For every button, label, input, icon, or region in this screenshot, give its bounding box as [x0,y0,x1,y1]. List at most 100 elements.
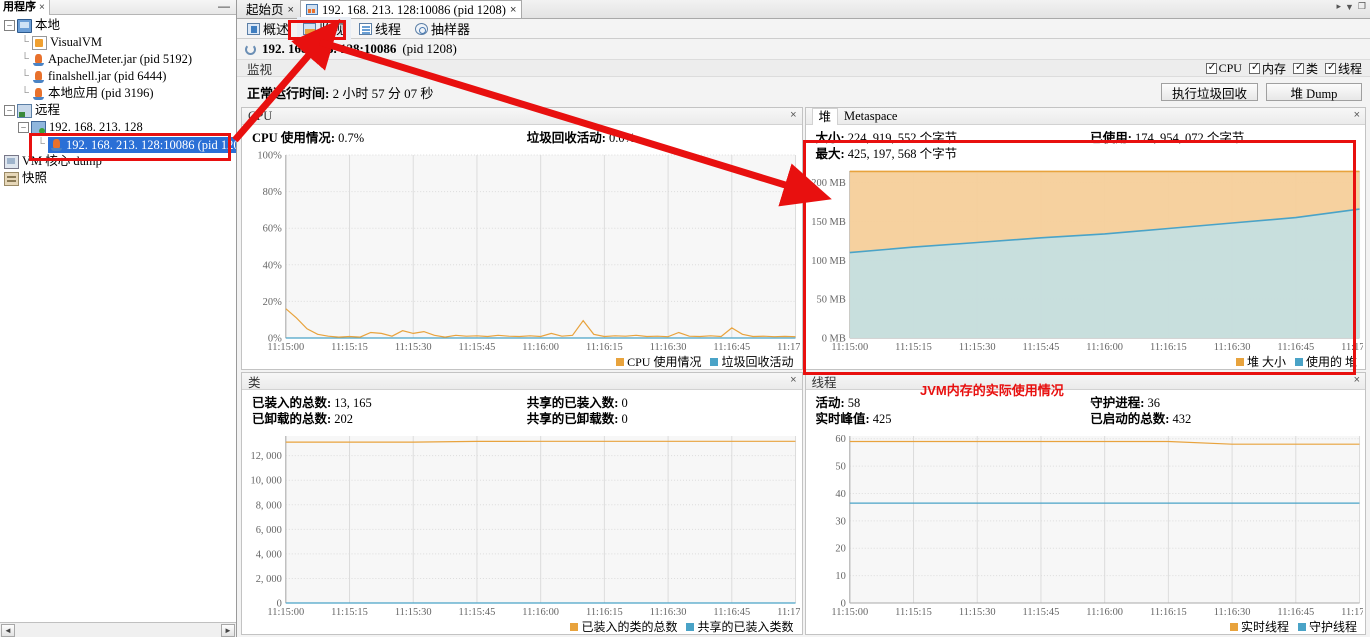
threads-stats: 活动: 58 实时峰值: 425 守护进程: 36 已启动的总数: 432 [806,390,1366,430]
svg-text:200 MB: 200 MB [811,178,846,189]
checkbox-icon[interactable] [1292,61,1305,74]
cpu-card: CPU × CPU 使用情况: 0.7% 垃圾回收活动: 0.0% 0% 20% 4… [241,107,803,370]
tree-item[interactable]: – 远程 [2,102,236,119]
legend-swatch [1297,622,1306,631]
pin-icon[interactable]: ▸ [1336,1,1341,12]
close-icon[interactable]: × [1354,374,1360,386]
svg-text:11:17:00: 11:17:00 [777,342,799,353]
close-icon[interactable]: × [39,0,45,15]
chart-toggle-label: 线程 [1337,61,1362,76]
tree-item[interactable]: └ finalshell.jar (pid 6444) [2,68,236,85]
tree-elbow-icon: └ [21,70,29,82]
window-controls: ▸ ▼ ❐ [1336,1,1366,12]
checkbox-icon[interactable] [1248,61,1261,74]
tree-item[interactable]: └ 192. 168. 213. 128:10086 (pid 120 [2,136,236,153]
chart-toggle-内存[interactable]: 内存 [1248,60,1286,77]
classes-chart[interactable]: 0 2, 000 4, 000 6, 000 8, 000 10, 000 12, 000 1… [242,430,802,619]
close-icon[interactable]: × [1354,109,1360,121]
legend-label: CPU 使用情况 [627,355,702,369]
tab-mon[interactable]: 监视 [297,17,352,40]
heap-legend: 堆 大小 使用的 堆 [806,354,1366,369]
svg-text:11:15:30: 11:15:30 [958,342,995,353]
threads-live-value: 58 [847,396,861,410]
tree-elbow-icon: └ [21,53,29,65]
view-tab-bar: 概述 监视 线程 抽样器 [237,17,1370,40]
svg-text:11:15:30: 11:15:30 [395,342,432,353]
svg-text:20%: 20% [263,297,282,308]
checkbox-icon[interactable] [1324,61,1337,74]
perform-gc-button[interactable]: 执行垃圾回收 [1160,83,1258,101]
visualvm-icon [32,35,47,50]
tree-item[interactable]: └ ApacheJMeter.jar (pid 5192) [2,51,236,68]
tree-toggle-icon[interactable]: – [4,20,15,31]
chart-toggle-类[interactable]: 类 [1292,60,1318,77]
tree-item[interactable]: VM 核心 dump [2,153,236,170]
tree-toggle-icon[interactable]: – [4,105,15,116]
page-title-pid: (pid 1208) [402,41,457,56]
svg-text:11:16:30: 11:16:30 [1213,607,1250,618]
close-icon[interactable]: × [790,374,796,386]
tree-item[interactable]: – 192. 168. 213. 128 [2,119,236,136]
svg-text:11:16:00: 11:16:00 [522,607,559,618]
tab-heap[interactable]: 堆 [811,107,839,125]
svg-text:40: 40 [835,489,845,500]
tree-item-label: 远程 [35,103,61,117]
cpu-chart[interactable]: 0% 20% 40% 60% 80% 100% 11:15:00 11:15:15 11:15:… [242,149,802,354]
svg-text:11:16:45: 11:16:45 [713,342,750,353]
checkbox-icon[interactable] [1205,61,1218,74]
tree-toggle-icon[interactable]: – [18,122,29,133]
svg-text:11:17:00: 11:17:00 [1341,607,1363,618]
scroll-right-icon[interactable]: ► [221,623,235,637]
legend-label: 已装入的类的总数 [581,620,678,634]
document-tab[interactable]: 起始页 × [240,0,300,18]
svg-text:60%: 60% [263,224,282,235]
close-icon[interactable]: × [790,109,796,121]
close-icon[interactable]: × [288,1,294,19]
tree-elbow-icon: └ [37,138,45,150]
tree-item[interactable]: 快照 [2,170,236,187]
threads-card-header: 线程 × [805,373,1365,390]
tree-horizontal-scrollbar[interactable]: ◄ ► [0,622,236,637]
classes-loaded-label: 已装入的总数: [252,396,332,410]
legend-swatch [1229,622,1238,631]
tree-item-label: ApacheJMeter.jar (pid 5192) [48,52,193,66]
busy-spinner-icon [245,43,256,55]
heap-dump-button[interactable]: 堆 Dump [1266,83,1362,101]
svg-text:100%: 100% [257,150,282,161]
svg-text:11:17:00: 11:17:00 [1341,342,1363,353]
tab-smp[interactable]: 抽样器 [409,17,476,40]
classes-card-header: 类 × [242,373,802,390]
applications-tab[interactable]: 用程序 × [0,0,50,15]
tab-thr[interactable]: 线程 [353,17,407,40]
threads-daemon-label: 守护进程: [1090,396,1145,410]
legend-label: 守护线程 [1308,620,1357,634]
tree-item[interactable]: – 本地 [2,17,236,34]
scroll-left-icon[interactable]: ◄ [1,623,15,637]
legend-item: 守护线程 [1297,618,1357,635]
tree-item-label: 快照 [22,171,48,185]
minimize-icon[interactable]: — [218,0,230,12]
tree-item[interactable]: └ VisualVM [2,34,236,51]
gc-activity-label: 垃圾回收活动: [526,131,606,145]
tree-item[interactable]: └ 本地应用 (pid 3196) [2,85,236,102]
document-tab[interactable]: 192. 168. 213. 128:10086 (pid 1208) × [299,0,523,19]
heap-size-label: 大小: [815,131,845,145]
chart-toggle-线程[interactable]: 线程 [1324,60,1362,77]
tree-item-label: 本地应用 (pid 3196) [48,86,154,100]
restore-icon[interactable]: ❐ [1358,1,1366,12]
svg-text:11:15:30: 11:15:30 [395,607,432,618]
svg-text:40%: 40% [263,260,282,271]
legend-swatch [1235,357,1244,366]
classes-unloaded-value: 202 [334,412,354,426]
tab-metaspace[interactable]: Metaspace [838,109,903,124]
remote-icon [17,103,32,118]
tree-item-selected[interactable]: 192. 168. 213. 128:10086 (pid 120 [48,136,236,153]
threads-chart[interactable]: 0 10 20 30 40 50 60 11:15:00 11:15:15 11:15:30 11:… [806,430,1366,619]
close-icon[interactable]: × [510,1,516,19]
main-content: ▸ ▼ ❐ 起始页 × 192. 168. 213. 128:10086 (pid … [237,0,1370,637]
svg-text:11:16:15: 11:16:15 [1149,342,1186,353]
chart-toggle-CPU[interactable]: CPU [1205,61,1242,76]
tab-ov[interactable]: 概述 [241,17,295,40]
heap-chart[interactable]: 0 MB 50 MB 100 MB 150 MB 200 MB 11:15:00 11:15… [806,165,1366,354]
chevron-down-icon[interactable]: ▼ [1345,2,1354,12]
